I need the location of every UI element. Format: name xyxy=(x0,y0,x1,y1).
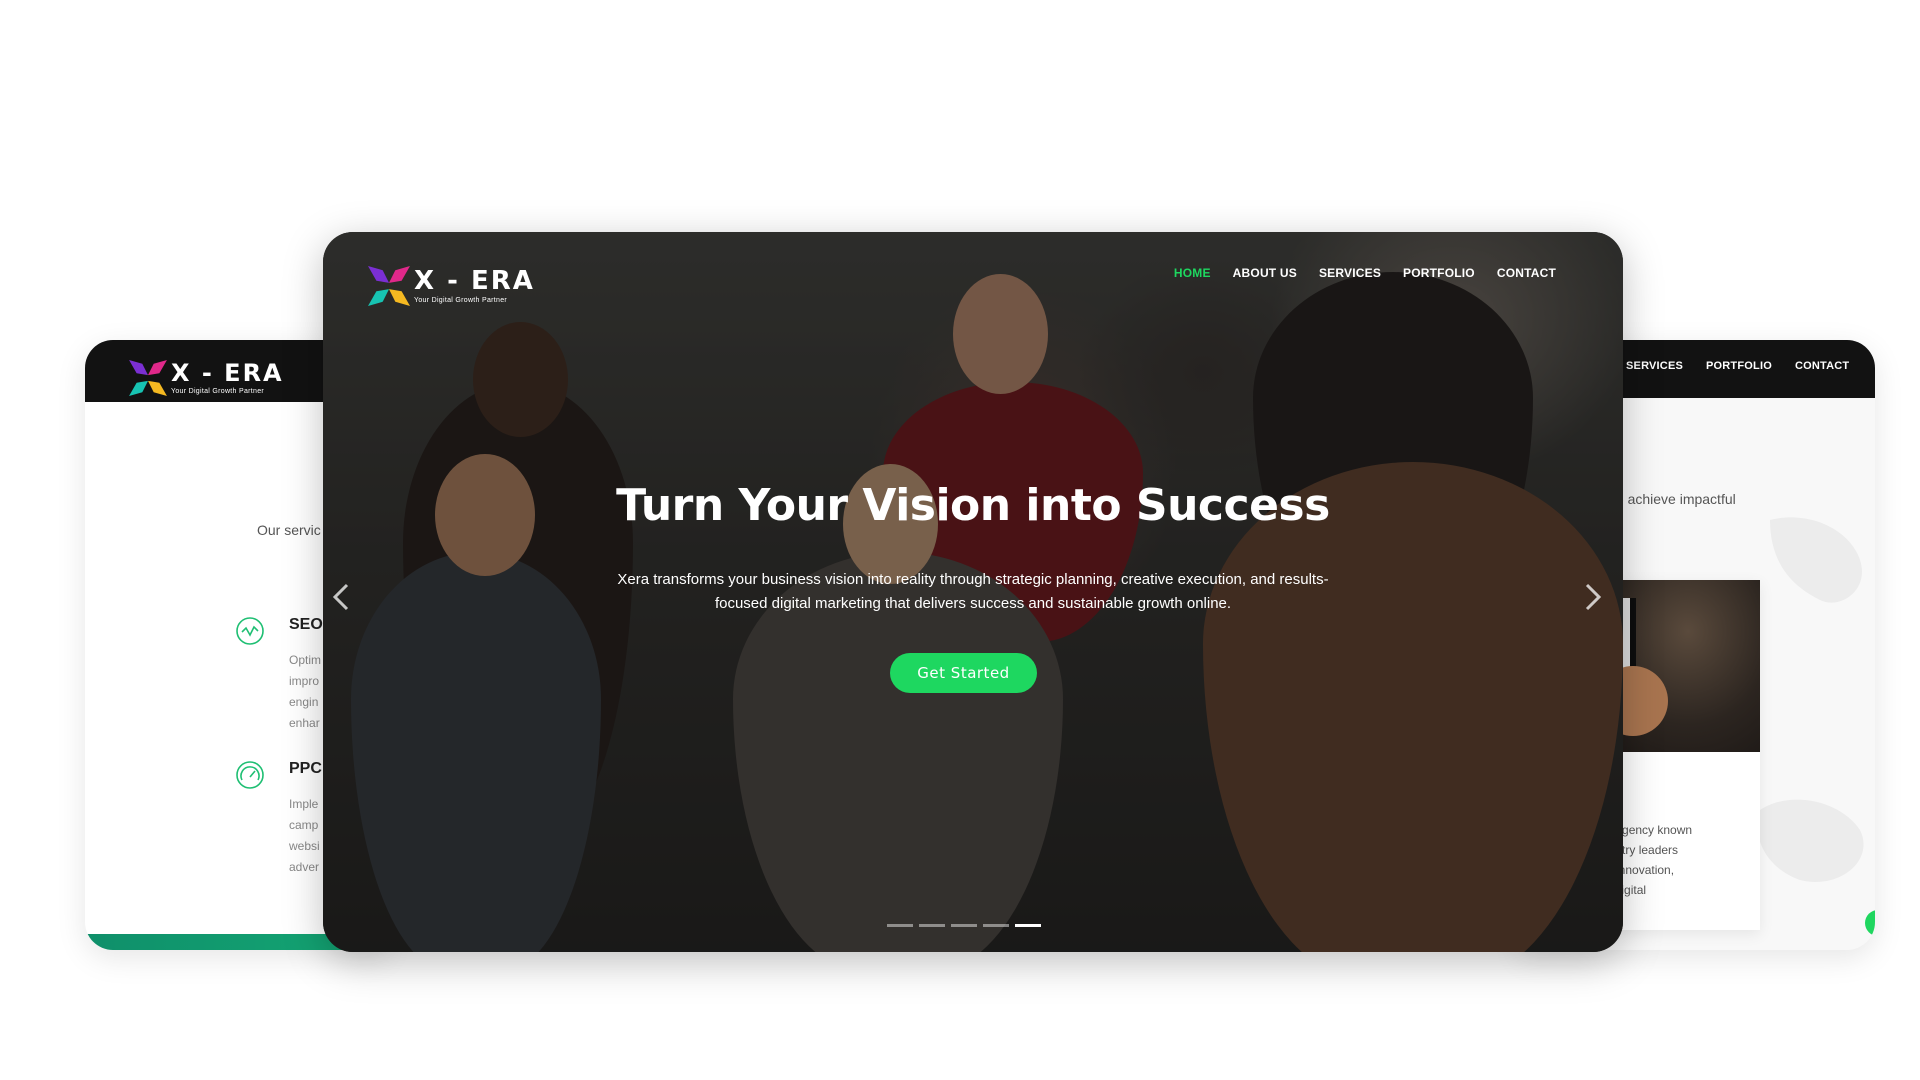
carousel-indicator[interactable] xyxy=(983,924,1009,927)
carousel-indicators xyxy=(887,924,1041,927)
main-logo-tagline: Your Digital Growth Partner xyxy=(414,297,508,304)
hero-preview-card: X - ERA Your Digital Growth Partner HOME… xyxy=(323,232,1623,952)
main-logo[interactable]: X - ERA Your Digital Growth Partner xyxy=(368,266,535,306)
carousel-indicator[interactable] xyxy=(951,924,977,927)
nav-services[interactable]: SERVICES xyxy=(1319,266,1381,280)
left-logo-name: X - ERA xyxy=(171,359,284,387)
service-title-ppc: PPC xyxy=(289,760,322,777)
right-nav-portfolio[interactable]: PORTFOLIO xyxy=(1706,360,1772,372)
left-services-intro: Our servic xyxy=(257,522,321,538)
hero-subtitle: Xera transforms your business vision int… xyxy=(617,571,1329,612)
speedometer-icon xyxy=(236,761,264,789)
nav-contact[interactable]: CONTACT xyxy=(1497,266,1556,280)
right-nav-services[interactable]: SERVICES xyxy=(1626,360,1683,372)
nav-about-us[interactable]: ABOUT US xyxy=(1233,266,1297,280)
nav-portfolio[interactable]: PORTFOLIO xyxy=(1403,266,1475,280)
left-logo-tagline: Your Digital Growth Partner xyxy=(171,388,265,395)
right-about-intro: to achieve impactful xyxy=(1612,491,1736,507)
scroll-top-button[interactable] xyxy=(1865,910,1875,936)
carousel-indicator[interactable] xyxy=(919,924,945,927)
showcase-stage: X - ERA Your Digital Growth Partner Our … xyxy=(0,0,1920,1080)
carousel-indicator-active[interactable] xyxy=(1015,924,1041,927)
nav-home[interactable]: HOME xyxy=(1174,266,1211,280)
right-nav-contact[interactable]: CONTACT xyxy=(1795,360,1849,372)
chevron-left-icon[interactable] xyxy=(327,577,357,617)
x-era-logo-icon xyxy=(368,266,410,306)
chevron-right-icon[interactable] xyxy=(1577,577,1607,617)
main-navigation: HOME ABOUT US SERVICES PORTFOLIO CONTACT xyxy=(1174,266,1556,280)
carousel-indicator[interactable] xyxy=(887,924,913,927)
analytics-icon xyxy=(236,617,264,645)
left-card-logo: X - ERA Your Digital Growth Partner xyxy=(129,360,284,396)
x-era-logo-icon xyxy=(129,360,167,396)
get-started-button[interactable]: Get Started xyxy=(890,653,1037,693)
main-logo-name: X - ERA xyxy=(414,266,535,296)
service-title-seo: SEO xyxy=(289,616,323,633)
hero-title: Turn Your Vision into Success xyxy=(616,480,1330,531)
